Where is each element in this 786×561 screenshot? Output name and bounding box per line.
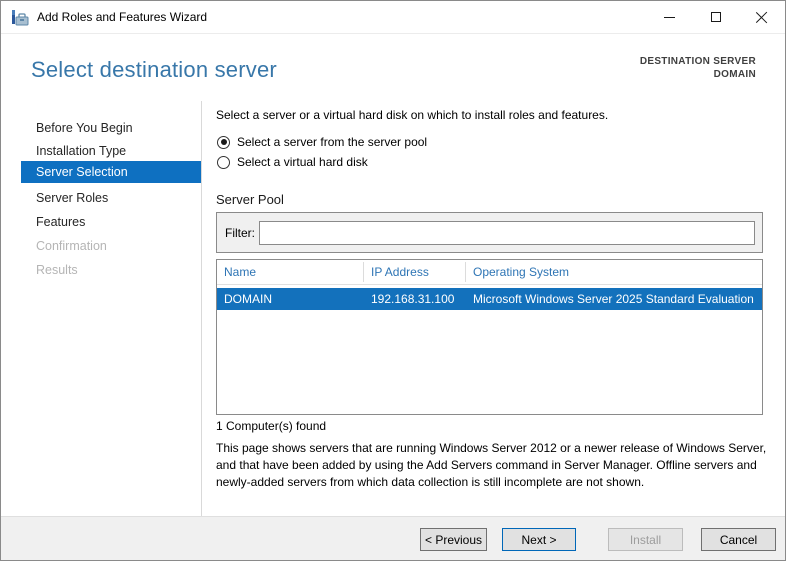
column-header-ip-address[interactable]: IP Address (364, 260, 465, 284)
server-pool-heading: Server Pool (216, 192, 284, 207)
page-title: Select destination server (31, 57, 277, 82)
column-separator (465, 262, 466, 282)
sidebar-item-before-you-begin[interactable]: Before You Begin (21, 117, 201, 139)
server-manager-icon (12, 10, 29, 26)
filter-label: Filter: (225, 226, 255, 240)
table-header-row: Name IP Address Operating System (217, 260, 762, 284)
sidebar-item-confirmation: Confirmation (36, 239, 107, 253)
wizard-window: Add Roles and Features Wizard Select des… (0, 0, 786, 561)
footer-bar: < Previous Next > Install Cancel (1, 516, 785, 560)
previous-button[interactable]: < Previous (420, 528, 487, 551)
sidebar-item-server-selection[interactable]: Server Selection (21, 161, 201, 183)
minimize-button[interactable] (647, 1, 693, 34)
radio-label: Select a virtual hard disk (237, 155, 368, 169)
close-icon (756, 11, 768, 23)
maximize-button[interactable] (693, 1, 739, 34)
column-separator (363, 262, 364, 282)
page-description: This page shows servers that are running… (216, 441, 767, 489)
intro-text: Select a server or a virtual hard disk o… (216, 108, 609, 122)
header-divider (217, 284, 762, 285)
next-button[interactable]: Next > (502, 528, 576, 551)
radio-label: Select a server from the server pool (237, 135, 428, 149)
radio-select-vhd[interactable]: Select a virtual hard disk (217, 155, 368, 169)
filter-panel: Filter: (216, 212, 763, 253)
close-button[interactable] (739, 1, 785, 34)
minimize-icon (664, 17, 675, 18)
table-row-domain[interactable]: DOMAIN 192.168.31.100 Microsoft Windows … (217, 288, 762, 310)
server-pool-table: Name IP Address Operating System DOMAIN … (216, 259, 763, 415)
maximize-icon (711, 12, 721, 22)
sidebar-divider (201, 101, 202, 518)
title-bar: Add Roles and Features Wizard (1, 1, 785, 34)
cell-name: DOMAIN (224, 292, 272, 306)
filter-input[interactable] (259, 221, 755, 245)
radio-selected-icon (217, 135, 230, 149)
window-title: Add Roles and Features Wizard (37, 10, 208, 24)
cancel-button[interactable]: Cancel (701, 528, 776, 551)
destination-server-name: DOMAIN (713, 69, 756, 80)
install-button: Install (608, 528, 683, 551)
column-header-operating-system[interactable]: Operating System (466, 260, 762, 284)
destination-server-block: DESTINATION SERVER DOMAIN (640, 56, 756, 80)
sidebar-item-features[interactable]: Features (21, 211, 201, 233)
radio-select-server-pool[interactable]: Select a server from the server pool (217, 135, 427, 149)
computers-found-text: 1 Computer(s) found (216, 419, 327, 433)
radio-unselected-icon (217, 155, 230, 169)
sidebar-item-server-roles[interactable]: Server Roles (21, 187, 201, 209)
sidebar-item-installation-type[interactable]: Installation Type (21, 140, 201, 162)
destination-server-label: DESTINATION SERVER (639, 56, 756, 67)
sidebar-item-results: Results (36, 263, 78, 277)
cell-operating-system: Microsoft Windows Server 2025 Standard E… (473, 292, 754, 306)
column-header-name[interactable]: Name (217, 260, 363, 284)
cell-ip-address: 192.168.31.100 (371, 292, 455, 306)
